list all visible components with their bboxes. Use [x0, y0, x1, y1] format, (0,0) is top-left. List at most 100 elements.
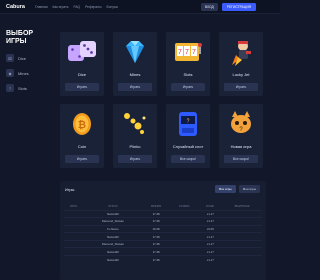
- sidebar-title: ВЫБОР ИГРЫ: [6, 30, 34, 45]
- column-header: ИГРОК: [108, 204, 118, 209]
- history-table: ИГРА ИГРОК ВРЕМЯ СТАВКА КОЭФ. ВЫИГРЫШ Na…: [64, 203, 262, 264]
- game-card-dice[interactable]: Dice Играть: [60, 32, 104, 96]
- cell-time: 16:28: [142, 224, 170, 233]
- game-card-title: Lucky Jet: [232, 72, 250, 77]
- cell-win: [222, 209, 262, 218]
- cell-game: [64, 232, 84, 241]
- cell-time: 17:48: [142, 255, 170, 264]
- game-card-random-slot[interactable]: ? Случайный слот Все скоро!: [166, 104, 210, 168]
- sidebar-item-label: Mines: [18, 70, 29, 76]
- jetpack-icon: [219, 32, 263, 72]
- tab-all-games[interactable]: Все игры: [215, 185, 236, 193]
- mines-icon: ◆: [6, 69, 14, 77]
- diamond-icon: [113, 32, 157, 72]
- coming-soon-button[interactable]: Все скоро!: [224, 155, 258, 163]
- slots-icon: 7: [6, 84, 14, 92]
- play-button[interactable]: Играть: [118, 83, 152, 91]
- play-button[interactable]: Играть: [65, 83, 99, 91]
- cell-game: [64, 239, 84, 248]
- history-tabs: Все игры Мои игры: [215, 185, 260, 193]
- column-header: КОЭФ.: [206, 204, 215, 209]
- svg-text:7: 7: [192, 49, 196, 56]
- login-button[interactable]: ВХОД: [200, 3, 218, 11]
- cell-game: [64, 209, 84, 218]
- tab-my-games[interactable]: Мои игры: [238, 185, 260, 193]
- game-card-title: Slots: [183, 72, 193, 77]
- table-row: Diamond_Slotsan 17:48 x1.17: [64, 239, 262, 248]
- game-card-plinko[interactable]: Plinko Играть: [113, 104, 157, 168]
- cell-bet: [169, 217, 199, 226]
- svg-text:7: 7: [178, 49, 182, 56]
- coming-soon-button[interactable]: Все скоро!: [171, 155, 205, 163]
- games-history-panel: Игры Все игры Мои игры ИГРА ИГРОК ВРЕМЯ …: [60, 181, 266, 280]
- game-sidebar: ВЫБОР ИГРЫ ⚄ Dice ◆ Mines 7 Slots: [6, 30, 52, 92]
- table-row: Naruto99 17:48 x1.17: [64, 232, 262, 241]
- game-card-slots[interactable]: 7 7 7 Slots Играть: [166, 32, 210, 96]
- cat-icon: ?: [219, 104, 263, 144]
- sidebar-item-slots[interactable]: 7 Slots: [6, 84, 52, 92]
- svg-text:₿: ₿: [78, 119, 86, 131]
- site-logo[interactable]: Cabura: [6, 4, 25, 10]
- dice-icon: ⚄: [6, 54, 14, 62]
- slot-machine-icon: 7 7 7: [166, 32, 210, 72]
- game-card-coin[interactable]: ₿ Coin Играть: [60, 104, 104, 168]
- cell-time: 17:48: [142, 217, 170, 226]
- play-button[interactable]: Играть: [224, 83, 258, 91]
- nav-item-how-to-play[interactable]: Как играть: [53, 5, 69, 9]
- cell-game: [64, 255, 84, 264]
- cell-win: [222, 232, 262, 241]
- nav-item-home[interactable]: Главная: [35, 5, 48, 9]
- column-header: СТАВКА: [178, 204, 190, 209]
- cell-game: [64, 217, 84, 226]
- cell-multiplier: x1.17: [198, 232, 223, 241]
- cell-time: 17:48: [142, 247, 170, 256]
- game-card-title: Случайный слот: [172, 144, 204, 149]
- cell-player: Fo Name: [83, 224, 143, 233]
- top-header: Cabura Главная Как играть FAQ Рефералы Б…: [0, 0, 280, 14]
- nav-item-bonuses[interactable]: Бонусы: [107, 5, 118, 9]
- nav-item-faq[interactable]: FAQ: [74, 5, 81, 9]
- game-card-title: Новая игра: [230, 144, 252, 149]
- play-button[interactable]: Играть: [65, 155, 99, 163]
- sidebar-item-label: Dice: [18, 55, 27, 61]
- cell-win: [222, 217, 262, 226]
- cell-multiplier: x1.17: [198, 209, 223, 218]
- play-button[interactable]: Играть: [118, 155, 152, 163]
- sidebar-item-mines[interactable]: ◆ Mines: [6, 69, 52, 77]
- svg-text:7: 7: [185, 49, 189, 56]
- nav-item-referrals[interactable]: Рефералы: [85, 5, 101, 9]
- sidebar-item-dice[interactable]: ⚄ Dice: [6, 54, 52, 62]
- history-title: Игры: [65, 187, 75, 192]
- cell-multiplier: x1.17: [198, 217, 223, 226]
- cell-bet: [169, 224, 199, 233]
- game-card-lucky-jet[interactable]: Lucky Jet Играть: [219, 32, 263, 96]
- game-card-mines[interactable]: Mines Играть: [113, 32, 157, 96]
- play-button[interactable]: Играть: [171, 83, 205, 91]
- game-card-title: Coin: [77, 144, 87, 149]
- game-card-title: Plinko: [129, 144, 141, 149]
- games-grid: Dice Играть Mines Играть 7 7 7 Slots Игр…: [60, 32, 263, 168]
- table-row: Naruto99 17:48 x1.17: [64, 247, 262, 256]
- game-card-title: Dice: [77, 72, 86, 77]
- register-button[interactable]: РЕГИСТРАЦИЯ: [221, 3, 256, 11]
- table-row: Fo Name 16:28 x0.05: [64, 224, 262, 233]
- sidebar-item-label: Slots: [18, 85, 27, 91]
- table-header-row: ИГРА ИГРОК ВРЕМЯ СТАВКА КОЭФ. ВЫИГРЫШ: [64, 203, 262, 210]
- column-header: ВЫИГРЫШ: [234, 204, 250, 209]
- game-card-title: Mines: [129, 72, 141, 77]
- cell-bet: [169, 239, 199, 248]
- main-nav: Главная Как играть FAQ Рефералы Бонусы: [35, 5, 118, 9]
- cell-player: Naruto99: [83, 209, 143, 218]
- auth-buttons: ВХОД РЕГИСТРАЦИЯ: [200, 3, 256, 11]
- game-card-new-game[interactable]: ? Новая игра Все скоро!: [219, 104, 263, 168]
- cell-time: 17:48: [142, 239, 170, 248]
- cell-bet: [169, 209, 199, 218]
- table-row: Naruto99 17:48 x1.17: [64, 255, 262, 264]
- cell-player: Naruto99: [83, 247, 143, 256]
- table-row: Naruto99 17:48 x1.17: [64, 209, 262, 218]
- cell-multiplier: x1.17: [198, 255, 223, 264]
- cell-win: [222, 224, 262, 233]
- plinko-icon: [113, 104, 157, 144]
- cell-game: [64, 247, 84, 256]
- cell-win: [222, 255, 262, 264]
